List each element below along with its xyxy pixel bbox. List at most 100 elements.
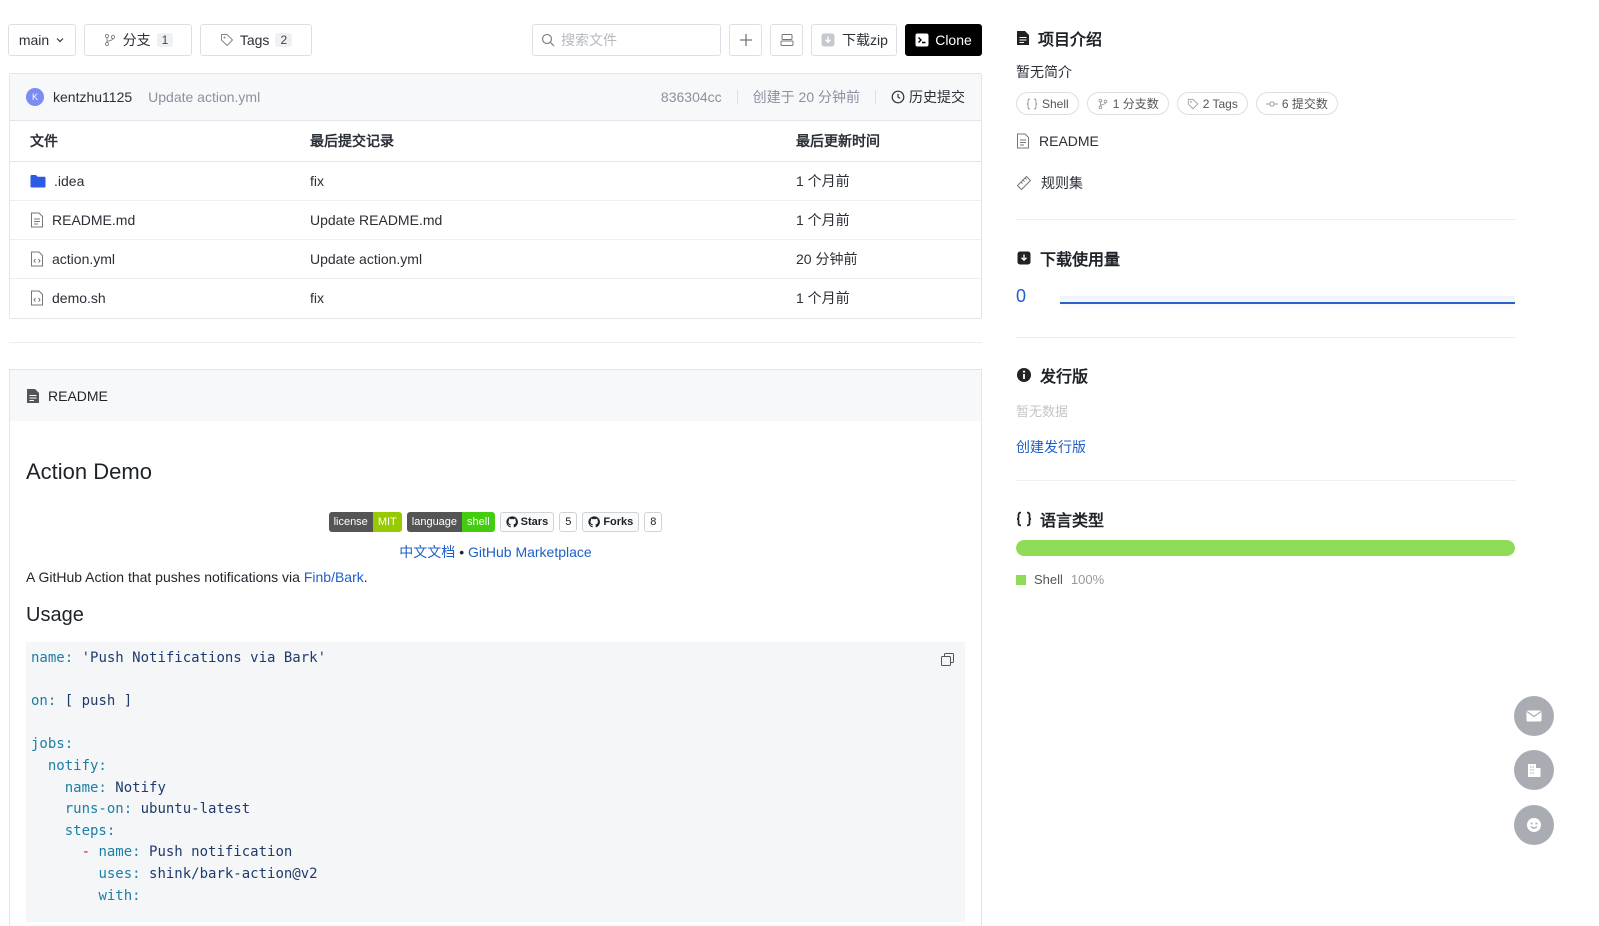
forks-badge[interactable]: Forks bbox=[582, 512, 640, 532]
avatar[interactable]: K bbox=[26, 88, 44, 106]
code-key: on: bbox=[31, 693, 57, 710]
tags-button[interactable]: Tags 2 bbox=[200, 24, 312, 56]
license-badge[interactable]: license MIT bbox=[328, 512, 402, 532]
file-name[interactable]: demo.sh bbox=[52, 290, 106, 306]
column-header-commit: 最后提交记录 bbox=[310, 121, 796, 162]
chip-label: 6 提交数 bbox=[1281, 97, 1328, 111]
sidebar-readme-link[interactable]: README bbox=[1016, 133, 1099, 149]
divider bbox=[736, 90, 738, 104]
message-button[interactable] bbox=[1514, 696, 1554, 736]
tags-chip[interactable]: 2 Tags bbox=[1176, 92, 1248, 115]
divider bbox=[875, 90, 876, 104]
history-label: 历史提交 bbox=[909, 89, 965, 105]
code-key: name: bbox=[64, 779, 107, 796]
clone-button[interactable]: Clone bbox=[905, 24, 982, 56]
file-search[interactable] bbox=[532, 24, 721, 56]
table-row[interactable]: demo.sh fix 1 个月前 bbox=[10, 278, 981, 317]
commit-message[interactable]: Update action.yml bbox=[148, 89, 260, 105]
table-row[interactable]: .idea fix 1 个月前 bbox=[10, 161, 981, 201]
branch-select[interactable]: main bbox=[8, 24, 76, 56]
file-name[interactable]: .idea bbox=[54, 173, 84, 189]
add-file-button[interactable] bbox=[729, 24, 762, 56]
downloads-title: 下载使用量 bbox=[1016, 246, 1120, 270]
code-line: runs-on: ubuntu-latest bbox=[31, 799, 960, 821]
file-name[interactable]: README.md bbox=[52, 212, 135, 228]
language-title-label: 语言类型 bbox=[1040, 513, 1105, 530]
readme-description: A GitHub Action that pushes notification… bbox=[26, 569, 965, 585]
commits-chip[interactable]: 6 提交数 bbox=[1255, 92, 1338, 115]
search-input[interactable] bbox=[561, 32, 711, 48]
chip-label: 1 分支数 bbox=[1112, 97, 1159, 111]
readme-title: Action Demo bbox=[26, 459, 152, 484]
file-commit-message[interactable]: Update README.md bbox=[310, 200, 796, 240]
tags-count: 2 bbox=[275, 33, 293, 47]
divider bbox=[9, 342, 982, 343]
code-line: notify: bbox=[31, 756, 960, 778]
chinese-docs-link[interactable]: 中文文档 bbox=[399, 544, 455, 560]
language-chip[interactable]: Shell bbox=[1016, 92, 1079, 115]
plus-icon bbox=[739, 34, 752, 46]
commit-author[interactable]: kentzhu1125 bbox=[53, 89, 132, 105]
code-line: name: 'Push Notifications via Bark' bbox=[31, 648, 960, 670]
divider bbox=[1016, 480, 1516, 481]
download-zip-button[interactable]: 下载zip bbox=[811, 24, 897, 56]
terminal-icon bbox=[915, 33, 929, 47]
feedback-button[interactable] bbox=[1514, 805, 1554, 845]
file-browser: K kentzhu1125 Update action.yml 836304cc… bbox=[9, 73, 982, 319]
forks-count[interactable]: 8 bbox=[644, 512, 663, 532]
divider bbox=[1016, 337, 1516, 338]
stars-count[interactable]: 5 bbox=[559, 512, 578, 532]
commit-hash[interactable]: 836304cc bbox=[661, 89, 722, 105]
info-icon bbox=[1017, 368, 1031, 382]
download-zip-label: 下载zip bbox=[842, 32, 888, 48]
sidebar-rules-label: 规则集 bbox=[1041, 175, 1083, 191]
file-commit-message[interactable]: fix bbox=[310, 278, 796, 317]
file-code-icon bbox=[31, 251, 43, 266]
release-title-label: 发行版 bbox=[1040, 369, 1089, 386]
file-commit-message[interactable]: fix bbox=[310, 161, 796, 201]
code-key: with: bbox=[98, 887, 141, 904]
branches-button[interactable]: 分支 1 bbox=[84, 24, 192, 56]
bark-link[interactable]: Finb/Bark bbox=[304, 569, 364, 585]
description-text: A GitHub Action that pushes notification… bbox=[26, 569, 304, 585]
code-key: uses: bbox=[98, 865, 141, 882]
forks-label: Forks bbox=[603, 516, 634, 528]
enterprise-button[interactable] bbox=[1514, 750, 1554, 790]
code-line: name: Notify bbox=[31, 778, 960, 800]
web-ide-button[interactable] bbox=[770, 24, 803, 56]
tags-label: Tags bbox=[239, 32, 270, 48]
table-row[interactable]: README.md Update README.md 1 个月前 bbox=[10, 200, 981, 240]
table-row[interactable]: action.yml Update action.yml 20 分钟前 bbox=[10, 239, 981, 279]
readme-header-label: README bbox=[48, 387, 108, 404]
copy-icon[interactable] bbox=[940, 652, 955, 667]
sidebar-rules-link[interactable]: 规则集 bbox=[1016, 173, 1083, 193]
marketplace-link[interactable]: GitHub Marketplace bbox=[468, 544, 592, 560]
history-commits-link[interactable]: 历史提交 bbox=[891, 87, 965, 107]
create-release-link[interactable]: 创建发行版 bbox=[1016, 437, 1086, 457]
file-text-icon bbox=[1017, 133, 1029, 149]
latest-commit-bar: K kentzhu1125 Update action.yml 836304cc… bbox=[10, 74, 981, 121]
branch-icon bbox=[104, 33, 115, 47]
commit-icon bbox=[1265, 100, 1278, 107]
branch-select-label: main bbox=[18, 32, 50, 48]
branch-icon bbox=[1098, 98, 1108, 109]
branches-chip[interactable]: 1 分支数 bbox=[1086, 92, 1169, 115]
intro-title-label: 项目介绍 bbox=[1038, 32, 1103, 49]
language-badge[interactable]: language shell bbox=[406, 512, 495, 532]
file-commit-message[interactable]: Update action.yml bbox=[310, 239, 796, 279]
ruler-icon bbox=[1016, 175, 1032, 191]
file-updated-time: 1 个月前 bbox=[796, 161, 981, 201]
language-legend: Shell 100% bbox=[1016, 572, 1104, 587]
code-line: with: bbox=[31, 886, 960, 908]
code-braces-icon bbox=[1016, 511, 1032, 527]
code-key: runs-on: bbox=[64, 801, 133, 818]
license-badge-key: license bbox=[328, 512, 373, 532]
code-line: on: [ push ] bbox=[31, 691, 960, 713]
clock-icon bbox=[891, 90, 905, 104]
downloads-sparkline-line bbox=[1060, 302, 1515, 304]
file-name[interactable]: action.yml bbox=[52, 251, 115, 267]
code-braces-icon bbox=[1026, 98, 1038, 109]
stars-label: Stars bbox=[520, 516, 549, 528]
stars-badge[interactable]: Stars bbox=[499, 512, 555, 532]
